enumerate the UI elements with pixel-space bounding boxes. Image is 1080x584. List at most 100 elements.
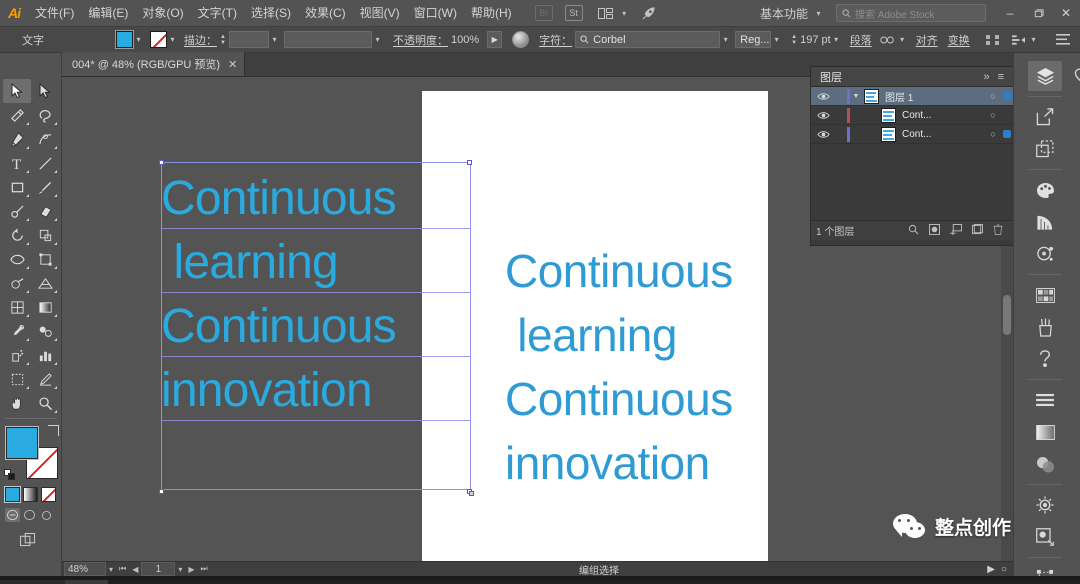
create-new-sublayer-icon[interactable] [945, 223, 967, 238]
layer-selection-indicator[interactable] [1000, 130, 1013, 138]
artboards-panel-icon[interactable] [1028, 134, 1062, 164]
layer-disclosure-chevron-down-icon[interactable]: ▼ [850, 93, 862, 100]
stroke-panel-icon[interactable] [1028, 385, 1062, 415]
layer-row-2[interactable]: Cont... ○ [811, 106, 1013, 125]
previous-artboard-icon[interactable]: ◀ [129, 565, 141, 574]
paintbrush-tool[interactable] [31, 175, 59, 199]
stroke-weight-stepper[interactable]: ▲ ▼ [217, 32, 229, 48]
layer-visibility-icon[interactable] [813, 111, 833, 120]
paragraph-alignment-icon[interactable] [878, 31, 897, 49]
color-guide-panel-icon[interactable] [1028, 207, 1062, 237]
delete-selection-icon[interactable] [988, 224, 1008, 238]
close-button[interactable]: ✕ [1052, 0, 1080, 27]
control-panel-menu-icon[interactable] [1053, 31, 1072, 49]
menu-view[interactable]: 视图(V) [353, 0, 407, 27]
color-panel-icon[interactable] [1028, 175, 1062, 205]
swap-fill-stroke-icon[interactable] [48, 425, 59, 436]
status-info-icon[interactable]: ○ [1001, 564, 1007, 575]
panel-menu-icon[interactable]: ≡ [994, 71, 1008, 83]
width-tool[interactable] [3, 247, 31, 271]
eyedropper-tool[interactable] [3, 319, 31, 343]
lasso-tool[interactable] [31, 103, 59, 127]
select-similar-chevron-down-icon[interactable]: ▾ [1028, 33, 1039, 47]
layer-name[interactable]: Cont... [896, 129, 986, 140]
font-style-field[interactable]: Reg... [735, 31, 772, 48]
layer-target-icon[interactable]: ○ [986, 129, 1000, 139]
fill-color-swatch[interactable] [5, 426, 39, 460]
gradient-mode-button[interactable] [23, 487, 38, 502]
menu-select[interactable]: 选择(S) [244, 0, 298, 27]
scale-tool[interactable] [31, 223, 59, 247]
stock-icon[interactable]: St [564, 5, 583, 21]
workspace-switcher[interactable]: 基本功能 ▾ [754, 3, 830, 23]
document-tab-close-icon[interactable]: ✕ [228, 58, 237, 71]
stroke-weight-label[interactable]: 描边： [184, 32, 217, 48]
artboard-text-object[interactable]: Continuous learning Continuous innovatio… [505, 239, 733, 495]
recolor-artwork-icon[interactable] [512, 31, 530, 48]
layer-selection-indicator[interactable] [1000, 92, 1013, 100]
curvature-tool[interactable] [31, 127, 59, 151]
align-label[interactable]: 对齐 [916, 32, 938, 48]
status-play-icon[interactable]: ▶ [987, 564, 995, 575]
font-size-value[interactable]: 197 [800, 34, 818, 46]
layer-selection-indicator[interactable] [1000, 111, 1013, 119]
fill-swatch[interactable] [115, 30, 134, 49]
magic-wand-tool[interactable] [3, 103, 31, 127]
menu-object[interactable]: 对象(O) [135, 0, 190, 27]
font-size-chevron-down-icon[interactable]: ▾ [831, 33, 842, 47]
brush-definition-field[interactable] [284, 31, 372, 48]
stock-search-field[interactable]: 搜索 Adobe Stock [836, 4, 986, 22]
layer-target-icon[interactable]: ○ [986, 91, 1000, 101]
export-panel-icon[interactable] [1028, 102, 1062, 132]
paragraph-label[interactable]: 段落 [850, 32, 872, 48]
locate-object-icon[interactable] [903, 224, 924, 238]
brushes-panel-icon[interactable] [1028, 312, 1062, 342]
selected-text-object[interactable]: Continuous learning Continuous innovatio… [161, 167, 397, 423]
default-fill-stroke-icon[interactable] [4, 469, 16, 481]
menu-edit[interactable]: 编辑(E) [81, 0, 135, 27]
arrange-chevron-down-icon[interactable]: ▾ [619, 6, 630, 20]
eraser-tool[interactable] [31, 199, 59, 223]
restore-button[interactable] [1024, 0, 1052, 27]
arrange-documents-icon[interactable] [595, 4, 617, 23]
color-themes-panel-icon[interactable] [1028, 239, 1062, 269]
zoom-chevron-down-icon[interactable]: ▾ [106, 565, 116, 574]
none-mode-button[interactable] [41, 487, 56, 502]
full-screen-mode-button[interactable] [39, 508, 54, 522]
direct-selection-tool[interactable] [31, 79, 59, 103]
menu-effect[interactable]: 效果(C) [298, 0, 353, 27]
graphic-styles-panel-icon[interactable] [1028, 522, 1062, 552]
layer-visibility-icon[interactable] [813, 92, 833, 101]
libraries-panel-icon[interactable] [1066, 61, 1080, 91]
layer-target-icon[interactable]: ○ [986, 110, 1000, 120]
artboard-number-field[interactable]: 1 [141, 562, 176, 576]
shaper-tool[interactable] [3, 199, 31, 223]
paragraph-chevron-down-icon[interactable]: ▾ [897, 33, 908, 47]
transparency-panel-icon[interactable] [1028, 449, 1062, 479]
menu-help[interactable]: 帮助(H) [464, 0, 519, 27]
stroke-weight-field[interactable] [229, 31, 269, 48]
swatches-panel-icon[interactable] [1028, 280, 1062, 310]
canvas-scrollbar-thumb[interactable] [1003, 295, 1011, 335]
font-style-chevron-down-icon[interactable]: ▾ [771, 33, 782, 47]
column-graph-tool[interactable] [31, 343, 59, 367]
make-clipping-mask-icon[interactable] [924, 223, 945, 238]
layers-panel-icon[interactable] [1028, 61, 1062, 91]
hand-tool[interactable] [3, 391, 31, 415]
mesh-tool[interactable] [3, 295, 31, 319]
free-transform-tool[interactable] [31, 247, 59, 271]
minimize-button[interactable]: – [996, 0, 1024, 27]
distribute-spacing-icon[interactable] [983, 31, 1002, 49]
layer-name[interactable]: 图层 1 [879, 89, 986, 104]
symbol-sprayer-tool[interactable] [3, 343, 31, 367]
layer-row-1[interactable]: ▼ 图层 1 ○ [811, 87, 1013, 106]
opacity-value[interactable]: 100% [451, 34, 479, 46]
artboard-chevron-down-icon[interactable]: ▾ [175, 565, 185, 574]
rectangle-tool[interactable] [3, 175, 31, 199]
layer-row-3[interactable]: Cont... ○ [811, 125, 1013, 144]
layer-name[interactable]: Cont... [896, 110, 986, 121]
selection-handle-top-left[interactable] [159, 160, 164, 165]
workspace-chevron-down-icon[interactable]: ▾ [813, 6, 824, 20]
fill-chevron-down-icon[interactable]: ▾ [133, 33, 144, 47]
gradient-tool[interactable] [31, 295, 59, 319]
